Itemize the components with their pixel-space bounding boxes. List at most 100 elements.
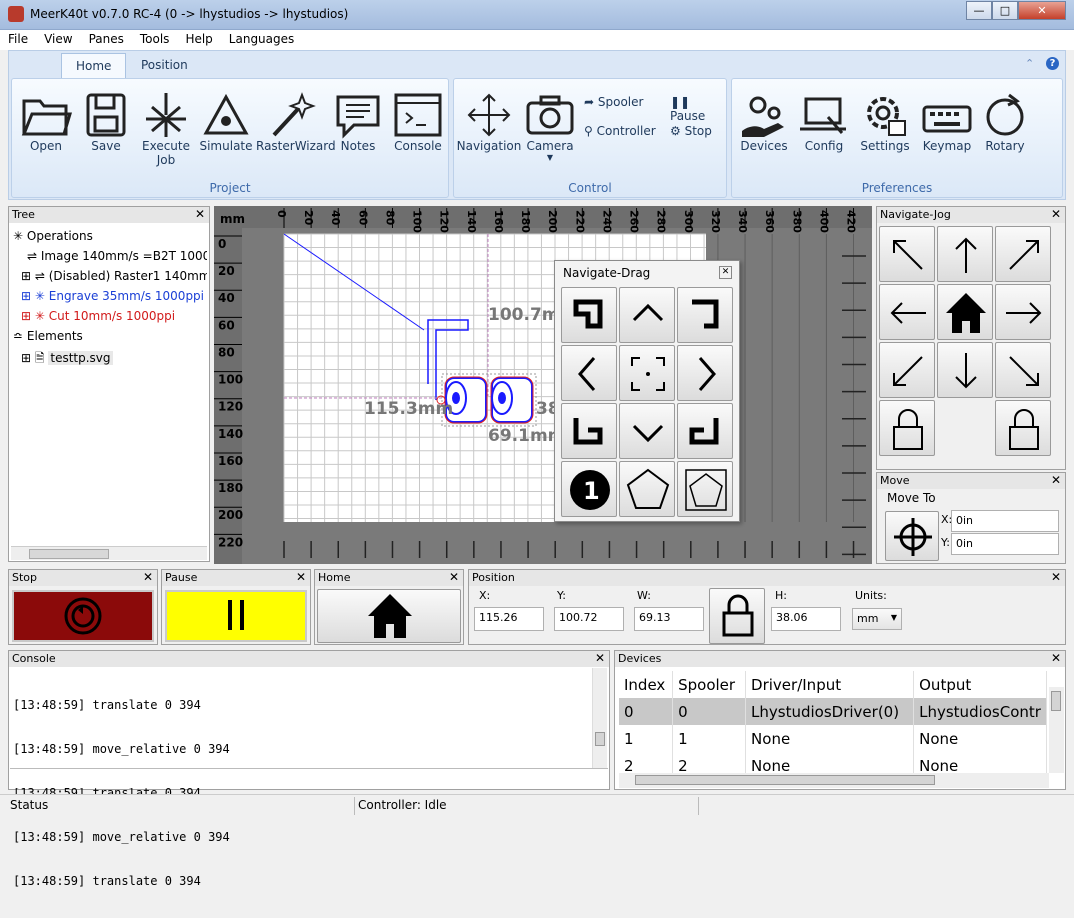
arrow-down-right-jog-button[interactable] <box>995 342 1051 398</box>
tree-op-raster[interactable]: ⊞ ⇌ (Disabled) Raster1 140mm/s <box>21 269 207 283</box>
devices-button[interactable]: Devices <box>734 91 794 153</box>
corner-bottom-right-button[interactable] <box>677 403 733 459</box>
devices-vscroll[interactable] <box>1049 687 1064 773</box>
arrow-up-left-jog-button[interactable] <box>879 226 935 282</box>
home-jog-button[interactable] <box>937 284 993 340</box>
config-button[interactable]: Config <box>794 91 854 153</box>
close-icon[interactable]: ✕ <box>143 570 153 584</box>
maximize-button[interactable]: □ <box>992 1 1018 20</box>
tree-scrollbar[interactable] <box>11 546 207 560</box>
keymap-button[interactable]: Keymap <box>916 91 978 153</box>
column-header[interactable]: Output <box>913 671 1047 698</box>
tab-home[interactable]: Home <box>61 53 127 78</box>
chevron-right-button[interactable] <box>677 345 733 401</box>
menu-panes[interactable]: Panes <box>81 30 132 46</box>
notes-button[interactable]: Notes <box>330 91 386 153</box>
camera-button[interactable]: Camera ▼ <box>520 91 580 162</box>
chevron-left-button[interactable] <box>561 345 617 401</box>
navigation-button[interactable]: Navigation <box>456 91 522 153</box>
lock-jog-button[interactable] <box>879 400 935 456</box>
elements-node[interactable]: ≏ Elements <box>13 329 83 343</box>
close-icon[interactable]: ✕ <box>1051 207 1061 221</box>
column-header[interactable]: Driver/Input <box>745 671 915 698</box>
column-header[interactable]: Spooler <box>672 671 747 698</box>
pentagon-in-square-button[interactable] <box>677 461 733 517</box>
tree-op-cut[interactable]: ⊞ ✳ Cut 10mm/s 1000ppi <box>21 309 175 323</box>
operations-node[interactable]: ✳ Operations <box>13 229 93 243</box>
ruler-x-label: 320 <box>709 210 722 233</box>
pentagon-button[interactable] <box>619 461 675 517</box>
ruler-x-label: 280 <box>655 210 668 233</box>
menu-languages[interactable]: Languages <box>221 30 302 46</box>
help-icon[interactable]: ? <box>1046 57 1059 70</box>
emergency-stop-button[interactable] <box>12 590 154 642</box>
corner-top-left-button[interactable] <box>561 287 617 343</box>
close-icon[interactable]: ✕ <box>296 570 306 584</box>
close-icon[interactable]: ✕ <box>449 570 459 584</box>
pause-button[interactable]: ❚❚ Pause <box>670 95 726 123</box>
tab-position[interactable]: Position <box>127 53 202 78</box>
close-button[interactable]: ✕ <box>1018 1 1066 20</box>
table-row[interactable]: 2 2 None None <box>619 752 1047 773</box>
controller-button[interactable]: ⚲ Controller <box>584 124 666 138</box>
home-button[interactable] <box>317 589 461 643</box>
arrow-down-left-jog-button[interactable] <box>879 342 935 398</box>
chevron-up-button[interactable] <box>619 287 675 343</box>
corner-top-right-button[interactable] <box>677 287 733 343</box>
units-select[interactable]: mm ▼ <box>852 608 902 630</box>
close-icon[interactable]: ✕ <box>719 266 732 279</box>
center-frame-button[interactable] <box>619 345 675 401</box>
svg-text:1: 1 <box>583 477 600 505</box>
arrow-down-jog-button[interactable] <box>937 342 993 398</box>
move-x-input[interactable]: 0in <box>951 510 1059 532</box>
close-icon[interactable]: ✕ <box>1051 651 1061 665</box>
pos-w-input[interactable]: 69.13 <box>634 607 704 631</box>
stop-button[interactable]: ⚙ Stop <box>670 124 726 138</box>
close-icon[interactable]: ✕ <box>1051 473 1061 487</box>
lock-aspect-button[interactable] <box>709 588 765 644</box>
devices-hscroll[interactable] <box>619 773 1049 788</box>
canvas[interactable]: 0 20 40 60 80 100 120 140 160 180 200 220 240 260 280 3… <box>214 206 872 564</box>
arrow-up-right-jog-button[interactable] <box>995 226 1051 282</box>
tree-op-image[interactable]: ⇌ Image 140mm/s =B2T 1000 <box>27 249 207 263</box>
console-scrollbar[interactable] <box>592 668 607 768</box>
save-button[interactable]: Save <box>76 91 136 153</box>
spooler-button[interactable]: ➦ Spooler <box>584 95 654 109</box>
menu-tools[interactable]: Tools <box>132 30 178 46</box>
close-icon[interactable]: ✕ <box>595 651 605 665</box>
column-header[interactable]: Index <box>619 671 674 698</box>
open-button[interactable]: Open <box>16 91 76 153</box>
rasterwizard-button[interactable]: RasterWizard <box>256 91 336 153</box>
simulate-button[interactable]: Simulate <box>196 91 256 153</box>
minimize-button[interactable]: — <box>966 1 992 20</box>
tree-op-engrave[interactable]: ⊞ ✳ Engrave 35mm/s 1000ppi d <box>21 289 207 303</box>
lock-jog-button[interactable] <box>995 400 1051 456</box>
pos-h-input[interactable]: 38.06 <box>771 607 841 631</box>
table-row[interactable]: 0 0 LhystudiosDriver(0) LhystudiosContr <box>619 698 1047 725</box>
laser-pulse-button[interactable]: 1 <box>561 461 617 517</box>
pos-x-input[interactable]: 115.26 <box>474 607 544 631</box>
corner-bottom-left-button[interactable] <box>561 403 617 459</box>
move-y-input[interactable]: 0in <box>951 533 1059 555</box>
console-input[interactable] <box>10 768 608 788</box>
arrow-right-jog-button[interactable] <box>995 284 1051 340</box>
menu-help[interactable]: Help <box>177 30 220 46</box>
arrow-up-jog-button[interactable] <box>937 226 993 282</box>
menu-view[interactable]: View <box>36 30 80 46</box>
move-to-button[interactable] <box>885 511 939 561</box>
canvas-area[interactable]: 0 20 40 60 80 100 120 140 160 180 200 220 240 260 280 3… <box>214 206 872 564</box>
close-icon[interactable]: ✕ <box>1051 570 1061 584</box>
execute-job-button[interactable]: Execute Job <box>136 91 196 167</box>
table-row[interactable]: 1 1 None None <box>619 725 1047 752</box>
settings-button[interactable]: Settings <box>854 91 916 153</box>
console-button[interactable]: Console <box>388 91 448 153</box>
rotary-button[interactable]: Rotary <box>976 91 1034 153</box>
arrow-left-jog-button[interactable] <box>879 284 935 340</box>
pos-y-input[interactable]: 100.72 <box>554 607 624 631</box>
close-icon[interactable]: ✕ <box>195 207 205 221</box>
collapse-ribbon-icon[interactable]: ⌃ <box>1025 57 1034 70</box>
pause-toggle-button[interactable] <box>165 590 307 642</box>
menu-file[interactable]: File <box>0 30 36 46</box>
chevron-down-button[interactable] <box>619 403 675 459</box>
tree-file[interactable]: ⊞ 🗎 testtp.svg <box>21 349 113 370</box>
